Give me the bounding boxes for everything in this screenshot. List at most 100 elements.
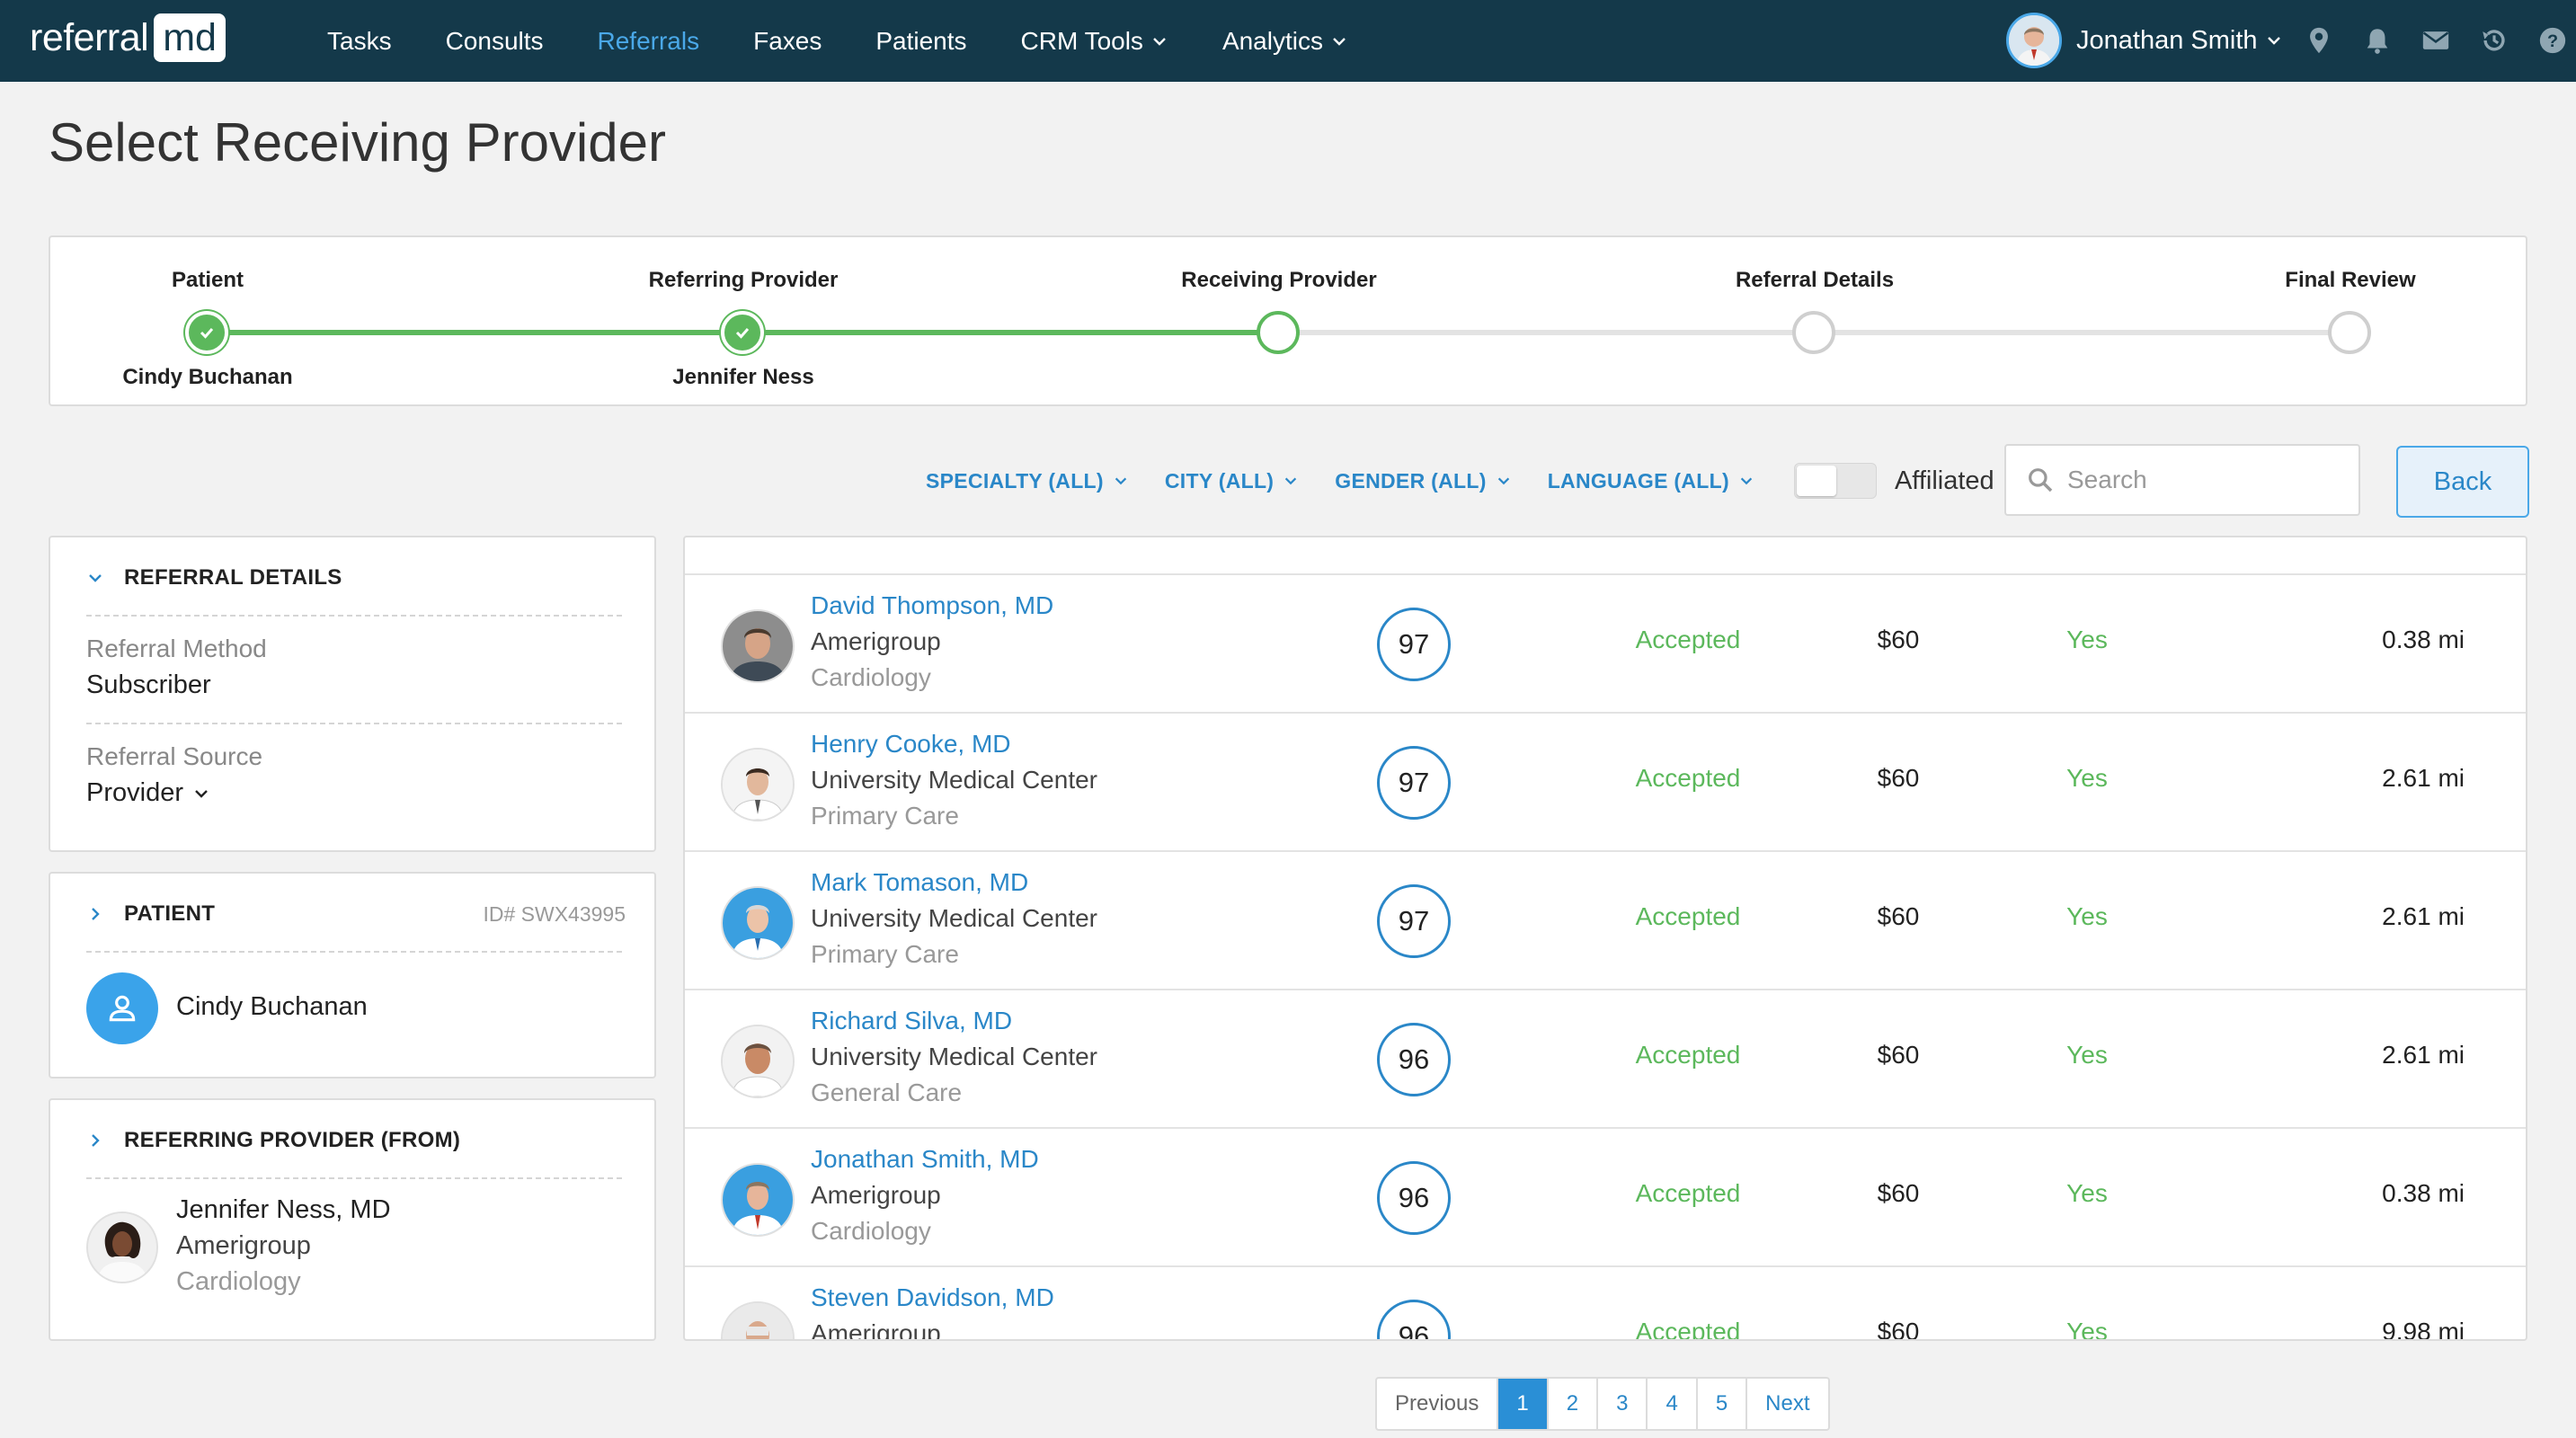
affiliated-value: Yes (2066, 902, 2108, 930)
provider-name-link[interactable]: David Thompson, MD (811, 591, 1053, 620)
divider (86, 1177, 622, 1179)
specialty-filter-label: SPECIALTY (ALL) (926, 468, 1104, 493)
page-5-button[interactable]: 5 (1698, 1379, 1748, 1429)
provider-row[interactable]: Jonathan Smith, MD Amerigroup Cardiology… (685, 1127, 2526, 1265)
nav-analytics[interactable]: Analytics (1222, 27, 1348, 56)
step-referring-provider[interactable]: Referring Provider Jennifer Ness (582, 237, 905, 408)
city-filter[interactable]: CITY (ALL) (1165, 469, 1299, 493)
language-filter[interactable]: LANGUAGE (ALL) (1548, 469, 1754, 493)
provider-avatar (721, 1301, 795, 1339)
referring-provider-avatar (86, 1212, 158, 1283)
referring-provider-header[interactable]: REFERRING PROVIDER (FROM) (86, 1100, 626, 1181)
logo-text: referral (30, 15, 149, 59)
history-icon[interactable] (2476, 22, 2512, 58)
provider-name-link[interactable]: Richard Silva, MD (811, 1007, 1012, 1035)
envelope-icon[interactable] (2418, 22, 2454, 58)
referring-provider-card: REFERRING PROVIDER (FROM) Jennifer Ness,… (49, 1098, 656, 1341)
nav-patients[interactable]: Patients (875, 27, 966, 56)
chevron-down-icon (89, 574, 102, 582)
step-title: Patient (171, 268, 244, 292)
provider-avatar (721, 886, 795, 960)
provider-row[interactable]: Mark Tomason, MD University Medical Cent… (685, 850, 2526, 989)
copay-price: $60 (1877, 764, 1920, 792)
provider-name-link[interactable]: Mark Tomason, MD (811, 868, 1028, 897)
provider-row[interactable]: Richard Silva, MD University Medical Cen… (685, 989, 2526, 1127)
previous-page-button[interactable]: Previous (1377, 1379, 1499, 1429)
provider-name-link[interactable]: Henry Cooke, MD (811, 730, 1011, 759)
provider-name-link[interactable]: Jonathan Smith, MD (811, 1145, 1039, 1174)
page-1-button[interactable]: 1 (1498, 1379, 1549, 1429)
search-box (2004, 444, 2360, 516)
progress-stepper: Patient Cindy Buchanan Referring Provide… (49, 235, 2527, 406)
chevron-down-icon (1153, 37, 1166, 46)
step-final-review[interactable]: Final Review (2189, 237, 2512, 408)
affiliated-value: Yes (2066, 1041, 2108, 1069)
referral-details-card: REFERRAL DETAILS Referral Method Subscri… (49, 536, 656, 852)
back-button[interactable]: Back (2396, 446, 2529, 518)
nav-referrals[interactable]: Referrals (598, 27, 700, 56)
provider-photo (723, 611, 793, 681)
chevron-down-icon (1740, 477, 1753, 485)
provider-photo (723, 888, 793, 958)
provider-list: David Thompson, MD Amerigroup Cardiology… (683, 536, 2527, 1341)
help-icon[interactable]: ? (2535, 22, 2571, 58)
step-patient[interactable]: Patient Cindy Buchanan (46, 237, 369, 408)
affiliated-value: Yes (2066, 626, 2108, 653)
insurance-status: Accepted (1635, 1318, 1741, 1341)
nav-crm-tools[interactable]: CRM Tools (1021, 27, 1168, 56)
nav-tasks[interactable]: Tasks (327, 27, 392, 56)
next-page-button[interactable]: Next (1747, 1379, 1827, 1429)
provider-organization: Amerigroup (811, 627, 941, 655)
page-2-button[interactable]: 2 (1549, 1379, 1599, 1429)
match-score: 96 (1377, 1161, 1451, 1235)
location-pin-icon[interactable] (2301, 22, 2337, 58)
provider-organization: Amerigroup (811, 1319, 941, 1341)
card-title: REFERRING PROVIDER (FROM) (124, 1128, 461, 1152)
search-icon (2029, 468, 2053, 493)
affiliated-value: Yes (2066, 1318, 2108, 1341)
divider (86, 615, 622, 617)
nav-analytics-label: Analytics (1221, 26, 1323, 55)
page-4-button[interactable]: 4 (1648, 1379, 1698, 1429)
user-menu[interactable]: Jonathan Smith (2006, 11, 2283, 70)
step-referral-details[interactable]: Referral Details (1653, 237, 1976, 408)
svg-text:?: ? (2547, 31, 2558, 51)
provider-row[interactable]: Steven Davidson, MD Amerigroup 96 Accept… (685, 1265, 2526, 1341)
affiliated-value: Yes (2066, 764, 2108, 792)
provider-specialty: Primary Care (811, 940, 959, 968)
page-3-button[interactable]: 3 (1598, 1379, 1648, 1429)
copay-price: $60 (1877, 1318, 1920, 1341)
logo-box: md (154, 13, 226, 62)
nav-faxes[interactable]: Faxes (753, 27, 822, 56)
referral-method-label: Referral Method (86, 635, 267, 662)
gender-filter[interactable]: GENDER (ALL) (1335, 469, 1511, 493)
chevron-down-icon (1285, 477, 1297, 485)
chevron-down-icon (1497, 477, 1509, 485)
nav-consults[interactable]: Consults (446, 27, 544, 56)
step-subtitle: Jennifer Ness (672, 365, 814, 389)
step-receiving-provider[interactable]: Receiving Provider (1117, 237, 1441, 408)
insurance-status: Accepted (1635, 1179, 1741, 1207)
chevron-right-icon (92, 1134, 100, 1147)
provider-avatar (721, 748, 795, 821)
patient-name: Cindy Buchanan (176, 992, 368, 1021)
distance: 2.61 mi (2382, 902, 2465, 930)
provider-row[interactable]: David Thompson, MD Amerigroup Cardiology… (685, 573, 2526, 712)
main-menu: Tasks Consults Referrals Faxes Patients … (327, 0, 1402, 82)
referral-source-dropdown[interactable]: Provider (86, 778, 210, 808)
patient-card-header[interactable]: PATIENT ID# SWX43995 (86, 874, 626, 954)
step-subtitle: Cindy Buchanan (122, 365, 293, 389)
bell-icon[interactable] (2359, 22, 2395, 58)
pagination: Previous 1 2 3 4 5 Next (1375, 1377, 1830, 1431)
provider-row[interactable]: Henry Cooke, MD University Medical Cente… (685, 712, 2526, 850)
search-input[interactable] (2067, 466, 2355, 494)
provider-name-link[interactable]: Steven Davidson, MD (811, 1283, 1054, 1312)
step-title: Referral Details (1735, 268, 1895, 292)
specialty-filter[interactable]: SPECIALTY (ALL) (926, 469, 1129, 493)
affiliated-toggle[interactable] (1793, 463, 1877, 499)
checkmark-icon (200, 328, 214, 339)
provider-specialty: Cardiology (811, 663, 931, 691)
referral-details-header[interactable]: REFERRAL DETAILS (86, 537, 626, 618)
app-logo[interactable]: referral md (30, 13, 226, 63)
chevron-down-icon (2267, 37, 2280, 45)
